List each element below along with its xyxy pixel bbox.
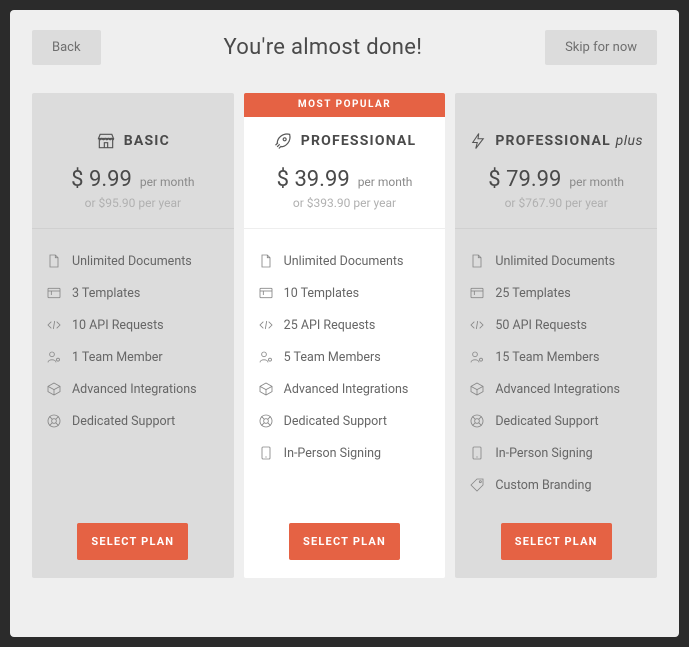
template-icon xyxy=(46,285,62,301)
bolt-icon xyxy=(469,131,487,151)
feature-label: Dedicated Support xyxy=(284,414,387,429)
select-plan-basic-button[interactable]: SELECT PLAN xyxy=(77,523,188,560)
code-icon xyxy=(469,317,485,333)
pricing-modal: Back You're almost done! Skip for now BA… xyxy=(10,10,679,637)
team-icon xyxy=(469,349,485,365)
plans-row: BASIC $ 9.99 per month or $95.90 per yea… xyxy=(32,93,657,578)
plan-professional: MOST POPULAR PROFESSIONAL $ 39.99 per mo… xyxy=(244,93,446,578)
page-title: You're almost done! xyxy=(223,35,422,60)
back-button[interactable]: Back xyxy=(32,30,101,65)
plan-basic: BASIC $ 9.99 per month or $95.90 per yea… xyxy=(32,93,234,578)
feature-label: Unlimited Documents xyxy=(72,254,192,269)
document-icon xyxy=(46,253,62,269)
feature-label: 25 Templates xyxy=(495,286,570,301)
most-popular-badge: MOST POPULAR xyxy=(244,93,446,117)
feature-label: 1 Team Member xyxy=(72,350,163,365)
feature-label: In-Person Signing xyxy=(495,446,592,461)
tablet-icon xyxy=(469,445,485,461)
feature-label: 50 API Requests xyxy=(495,318,587,333)
feature-label: Advanced Integrations xyxy=(495,382,620,397)
feature-label: 10 API Requests xyxy=(72,318,164,333)
feature-label: Dedicated Support xyxy=(495,414,598,429)
top-bar: Back You're almost done! Skip for now xyxy=(32,30,657,65)
select-plan-professional-plus-button[interactable]: SELECT PLAN xyxy=(501,523,612,560)
support-icon xyxy=(469,413,485,429)
tag-icon xyxy=(469,477,485,493)
feature-label: 10 Templates xyxy=(284,286,359,301)
price-amount: $ 9.99 xyxy=(71,167,132,192)
code-icon xyxy=(258,317,274,333)
price-period: per month xyxy=(569,175,624,189)
document-icon xyxy=(469,253,485,269)
price-yearly: or $393.90 per year xyxy=(254,196,436,210)
box-icon xyxy=(469,381,485,397)
select-plan-professional-button[interactable]: SELECT PLAN xyxy=(289,523,400,560)
plan-name: PROFESSIONAL xyxy=(301,133,417,149)
price-yearly: or $767.90 per year xyxy=(465,196,647,210)
team-icon xyxy=(46,349,62,365)
feature-label: Unlimited Documents xyxy=(495,254,615,269)
plan-name: PROFESSIONAL plus xyxy=(495,133,643,149)
support-icon xyxy=(46,413,62,429)
tablet-icon xyxy=(258,445,274,461)
plan-professional-plus: PROFESSIONAL plus $ 79.99 per month or $… xyxy=(455,93,657,578)
box-icon xyxy=(258,381,274,397)
feature-label: Dedicated Support xyxy=(72,414,175,429)
rocket-icon xyxy=(273,131,293,151)
skip-button[interactable]: Skip for now xyxy=(545,30,657,65)
code-icon xyxy=(46,317,62,333)
box-icon xyxy=(46,381,62,397)
price-yearly: or $95.90 per year xyxy=(42,196,224,210)
feature-label: 15 Team Members xyxy=(495,350,599,365)
feature-label: 25 API Requests xyxy=(284,318,376,333)
support-icon xyxy=(258,413,274,429)
feature-label: 3 Templates xyxy=(72,286,140,301)
feature-label: Advanced Integrations xyxy=(72,382,197,397)
price-amount: $ 39.99 xyxy=(277,167,350,192)
plan-name: BASIC xyxy=(124,133,170,149)
team-icon xyxy=(258,349,274,365)
feature-label: 5 Team Members xyxy=(284,350,381,365)
template-icon xyxy=(469,285,485,301)
feature-label: Unlimited Documents xyxy=(284,254,404,269)
shop-icon xyxy=(96,131,116,151)
template-icon xyxy=(258,285,274,301)
feature-label: Advanced Integrations xyxy=(284,382,409,397)
feature-label: Custom Branding xyxy=(495,478,591,493)
price-amount: $ 79.99 xyxy=(488,167,561,192)
price-period: per month xyxy=(140,175,195,189)
document-icon xyxy=(258,253,274,269)
feature-label: In-Person Signing xyxy=(284,446,381,461)
price-period: per month xyxy=(358,175,413,189)
